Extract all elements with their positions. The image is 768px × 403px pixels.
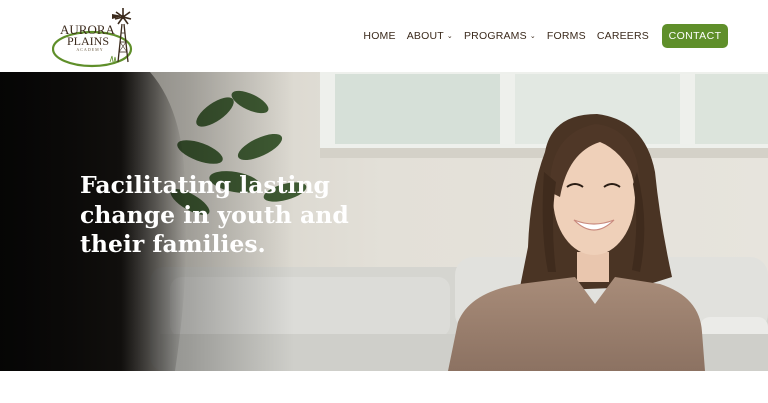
nav-item-about[interactable]: ABOUT ⌄ — [407, 30, 453, 42]
site-logo[interactable]: AURORA PLAINS ACADEMY — [52, 6, 136, 68]
hero-heading: Facilitating lasting change in youth and… — [80, 171, 380, 260]
nav-item-programs[interactable]: PROGRAMS ⌄ — [464, 30, 536, 42]
hero-heading-line-2: change in youth and — [80, 200, 349, 229]
site-header: AURORA PLAINS ACADEMY HOME ABOUT ⌄ PROGR… — [0, 0, 768, 72]
logo-line-plains: PLAINS — [66, 34, 109, 48]
contact-button[interactable]: CONTACT — [662, 24, 728, 48]
hero-banner: Facilitating lasting change in youth and… — [0, 72, 768, 371]
page-content-start — [0, 371, 768, 403]
nav-item-label: PROGRAMS — [463, 30, 527, 42]
chevron-down-icon: ⌄ — [529, 33, 536, 40]
hero-heading-line-1: Facilitating lasting — [80, 171, 330, 199]
nav-item-label: ABOUT — [406, 30, 444, 42]
nav-item-label: CAREERS — [596, 30, 649, 42]
logo-line-academy: ACADEMY — [76, 47, 104, 52]
chevron-down-icon: ⌄ — [446, 33, 453, 40]
main-nav: HOME ABOUT ⌄ PROGRAMS ⌄ FORMS CAREERS CO… — [363, 24, 728, 48]
hero-heading-line-3: their families. — [80, 230, 266, 258]
nav-item-home[interactable]: HOME — [363, 30, 395, 42]
nav-item-forms[interactable]: FORMS — [547, 30, 586, 42]
nav-item-label: HOME — [363, 30, 396, 42]
nav-item-careers[interactable]: CAREERS — [597, 30, 649, 42]
nav-item-label: FORMS — [546, 30, 586, 42]
